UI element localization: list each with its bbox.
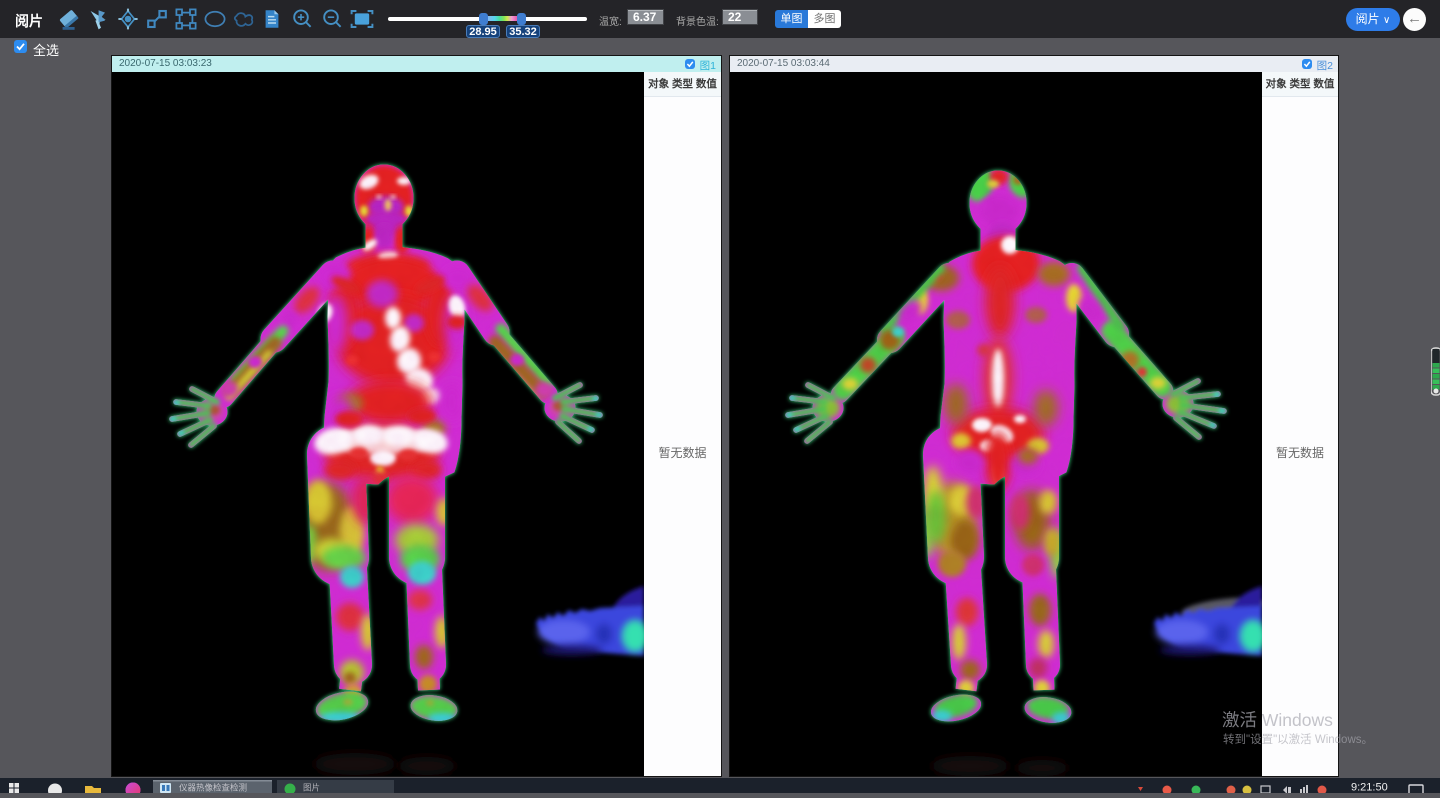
svg-text:图片: 图片	[303, 783, 320, 793]
svg-text:9:21:50: 9:21:50	[1351, 782, 1388, 794]
svg-text:仪器热像检查检测: 仪器热像检查检测	[179, 783, 247, 793]
